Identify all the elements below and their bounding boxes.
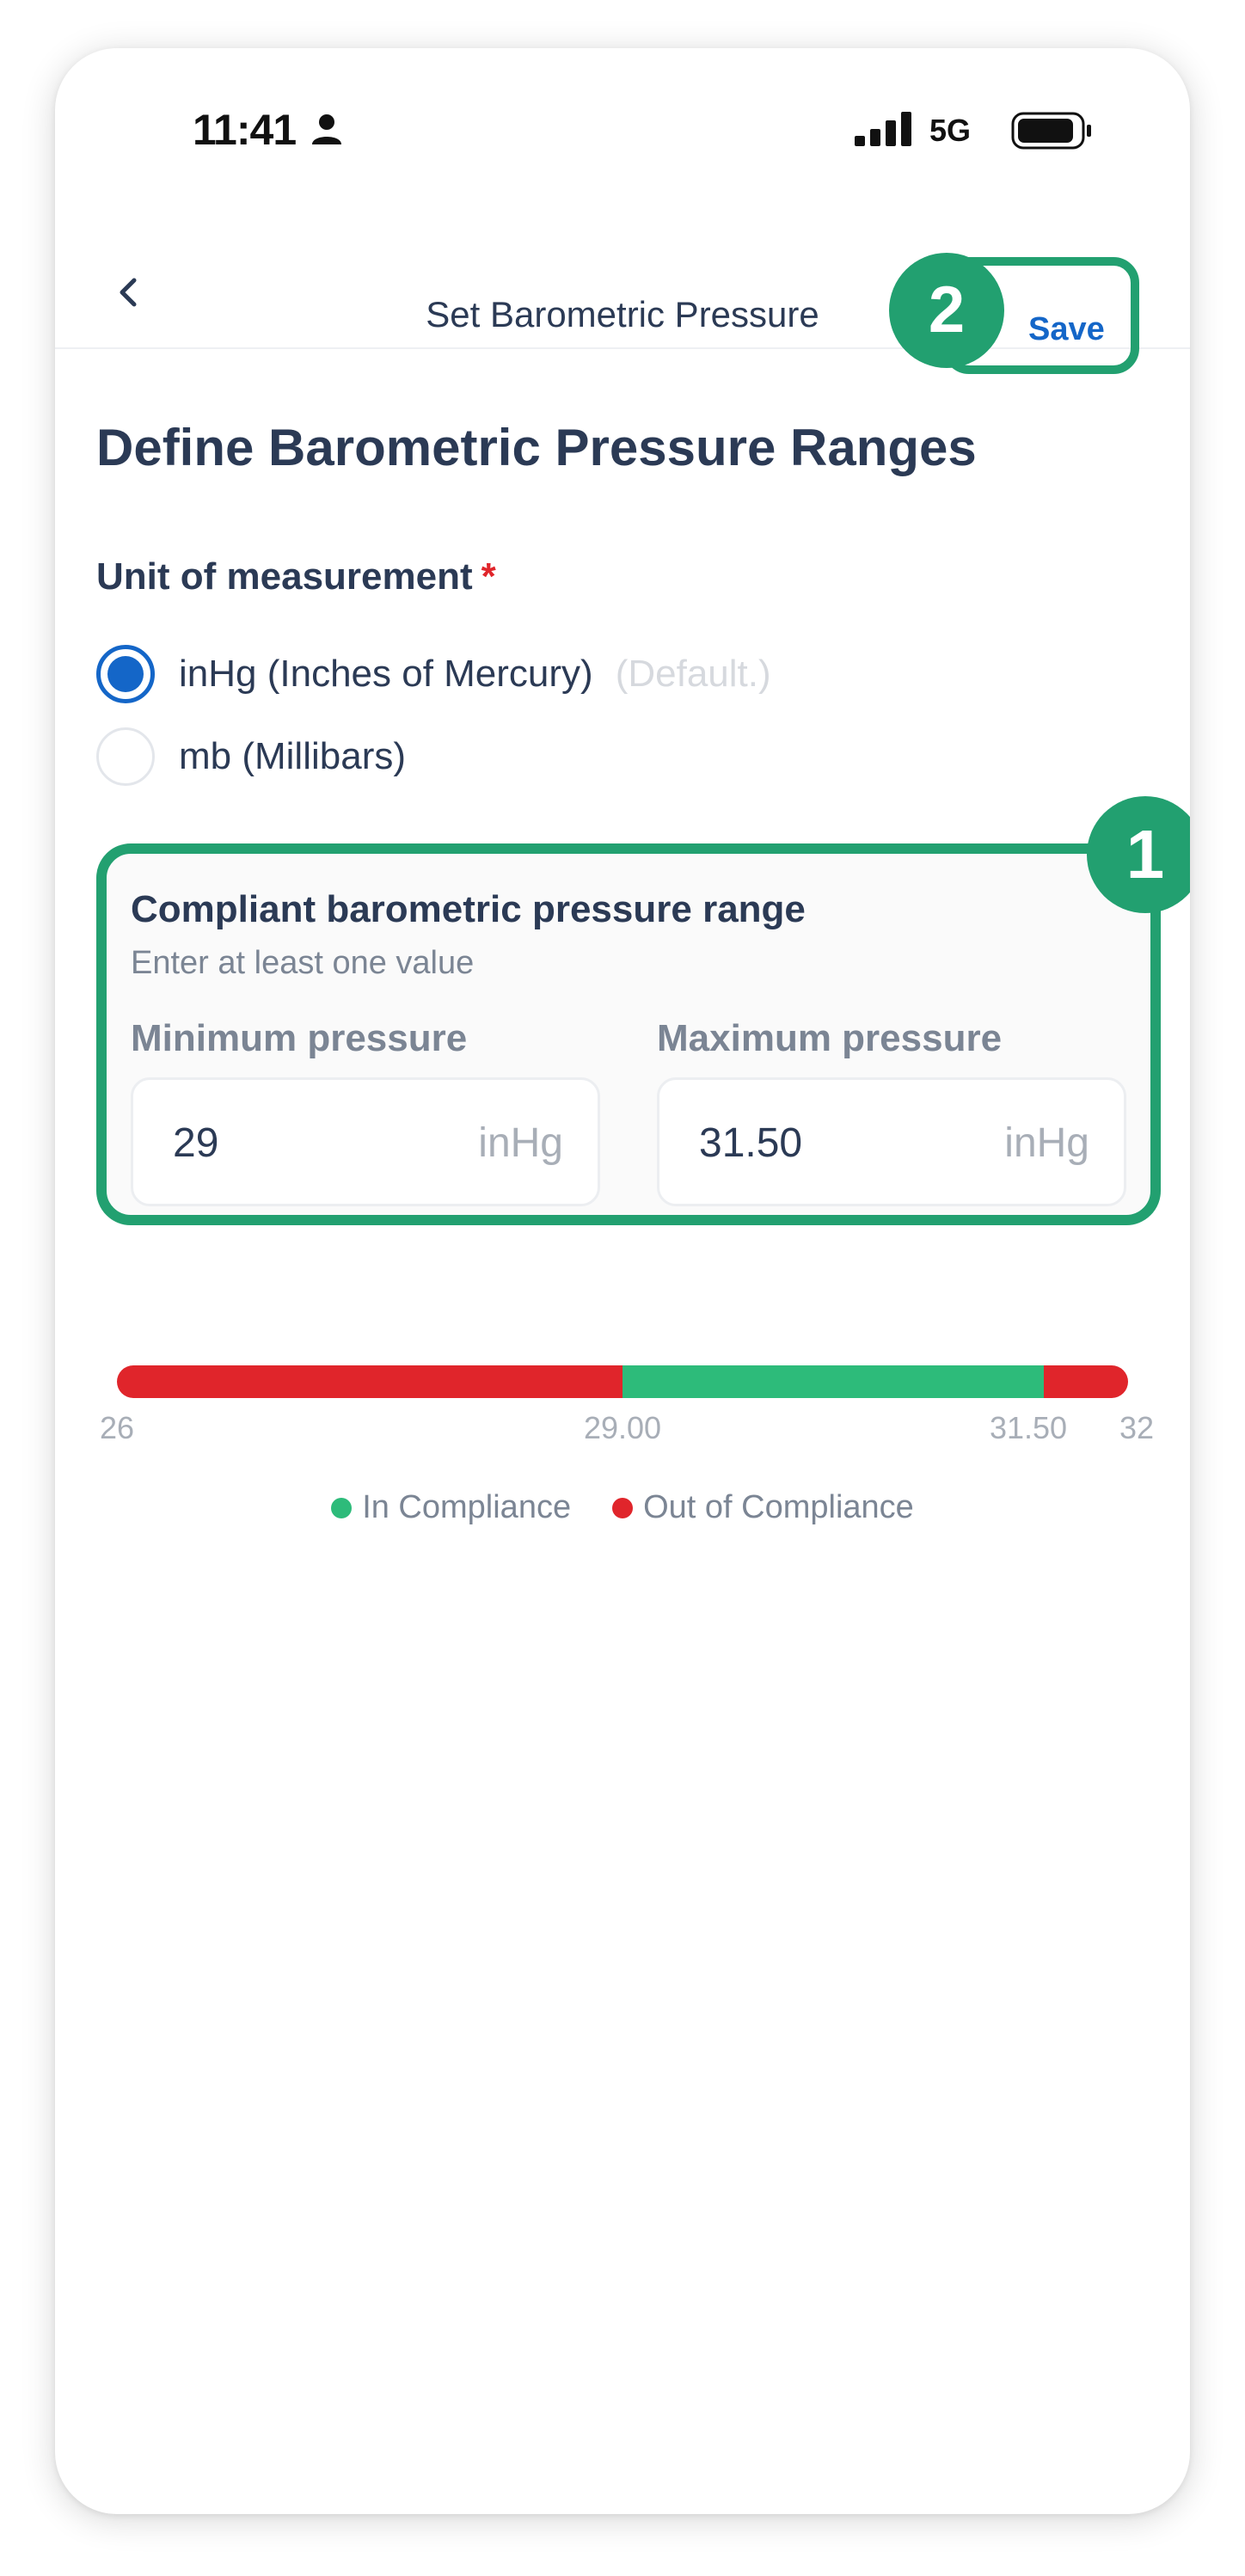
phone-screen: 11:41 5G Set Barometric Pressure Save 2 …: [55, 48, 1190, 2514]
network-label: 5G: [929, 113, 972, 148]
green-dot-icon: [331, 1497, 353, 1518]
radio-hint-default: (Default.): [615, 653, 771, 695]
compliant-range-card: Compliant barometric pressure range Ente…: [96, 843, 1161, 1225]
legend-in-label: In Compliance: [362, 1489, 572, 1525]
radio-label-mb: mb (Millibars): [179, 735, 406, 777]
radio-option-inhg[interactable]: inHg (Inches of Mercury) (Default.): [96, 641, 771, 707]
radio-label-inhg: inHg (Inches of Mercury): [179, 653, 593, 695]
annotation-badge-2: 2: [889, 253, 1004, 368]
radio-button-mb[interactable]: [96, 727, 155, 786]
signal-icon: [855, 112, 911, 146]
required-asterisk: *: [481, 555, 496, 598]
card-subtitle: Enter at least one value: [131, 945, 475, 981]
card-title: Compliant barometric pressure range: [131, 888, 806, 930]
bar-tick-compliant-to: 31.50: [989, 1410, 1068, 1445]
legend-out-label: Out of Compliance: [643, 1489, 914, 1525]
legend-item-in: In Compliance: [331, 1489, 571, 1526]
battery-icon: [1011, 112, 1091, 150]
unit-label: Unit of measurement *: [96, 555, 496, 598]
max-pressure-input[interactable]: 31.50 inHg: [657, 1077, 1126, 1206]
page-title: Define Barometric Pressure Ranges: [96, 419, 977, 476]
max-pressure-label: Maximum pressure: [657, 1017, 1003, 1059]
person-icon: [312, 114, 341, 144]
compliance-legend: In Compliance Out of Compliance: [55, 1489, 1190, 1526]
max-pressure-unit: inHg: [1004, 1120, 1089, 1166]
radio-button-inhg[interactable]: [96, 645, 155, 703]
bar-tick-compliant-from: 29.00: [583, 1410, 662, 1445]
min-pressure-label: Minimum pressure: [131, 1017, 468, 1059]
unit-label-text: Unit of measurement: [96, 555, 473, 598]
min-pressure-unit: inHg: [478, 1120, 563, 1166]
status-time: 11:41: [193, 106, 297, 154]
max-pressure-value: 31.50: [699, 1120, 803, 1166]
nav-header: Set Barometric Pressure Save 2: [55, 237, 1190, 374]
compliance-range-bar: [117, 1365, 1128, 1398]
radio-option-mb[interactable]: mb (Millibars): [96, 724, 406, 789]
legend-item-out: Out of Compliance: [612, 1489, 914, 1526]
bar-tick-min: 26: [99, 1410, 135, 1445]
min-pressure-value: 29: [173, 1120, 219, 1166]
min-pressure-input[interactable]: 29 inHg: [131, 1077, 600, 1206]
save-button[interactable]: Save: [1028, 311, 1105, 348]
bar-segment-in-compliance: [622, 1365, 1044, 1398]
bar-tick-max: 32: [1119, 1410, 1155, 1445]
red-dot-icon: [612, 1497, 634, 1518]
